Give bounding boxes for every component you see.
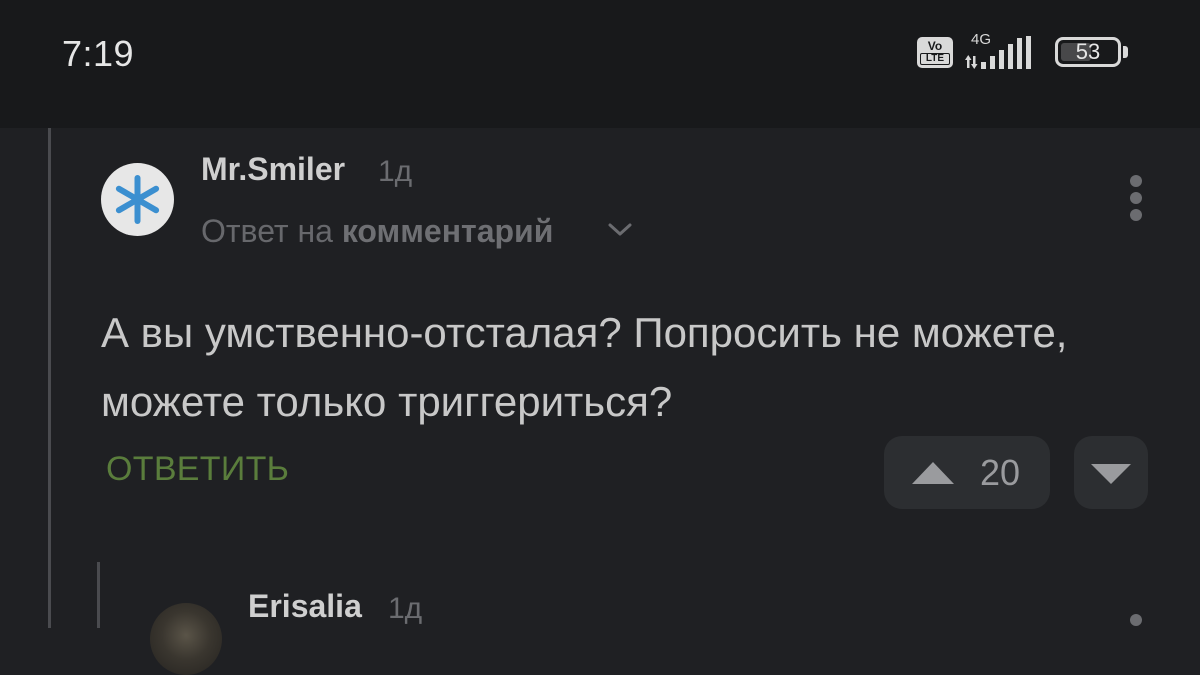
status-time: 7:19 [62,33,135,74]
more-vertical-icon[interactable] [1126,175,1146,221]
downvote-button[interactable] [1074,436,1148,509]
upvote-button[interactable]: 20 [884,436,1050,509]
comment-text: А вы умственно-отсталая? Попросить не мо… [101,309,1068,425]
more-vertical-icon-next[interactable] [1126,614,1146,634]
thread-line-level-1[interactable] [48,128,51,628]
avatar-next[interactable] [150,603,222,675]
reply-button[interactable]: ОТВЕТИТЬ [106,450,289,489]
comment-time: 1д [378,155,413,188]
battery-cap [1123,46,1128,58]
signal-strength-icon [965,36,1031,69]
comment-author[interactable]: Mr.Smiler [201,151,345,188]
status-bar: 7:19 Vo LTE 4G 53 [0,0,1200,128]
next-comment-time: 1д [388,592,423,625]
battery-level: 53 [1075,39,1101,64]
volte-label-top: Vo [927,39,943,53]
volte-icon: Vo LTE [917,37,953,68]
chevron-down-icon[interactable] [607,222,633,238]
triangle-down-icon [1091,464,1131,484]
reply-to-prefix: Ответ на [201,213,333,249]
avatar[interactable] [101,163,174,236]
reply-to-link[interactable]: Ответ на комментарий [201,213,553,250]
next-comment-author[interactable]: Erisalia [248,588,362,625]
triangle-up-icon [912,462,954,484]
battery-icon: 53 [1055,37,1121,67]
asterisk-icon [115,175,160,224]
thread-line-level-2[interactable] [97,562,100,628]
vote-count: 20 [980,452,1021,493]
volte-label-bottom: LTE [920,53,950,65]
reply-to-target: комментарий [341,213,554,249]
